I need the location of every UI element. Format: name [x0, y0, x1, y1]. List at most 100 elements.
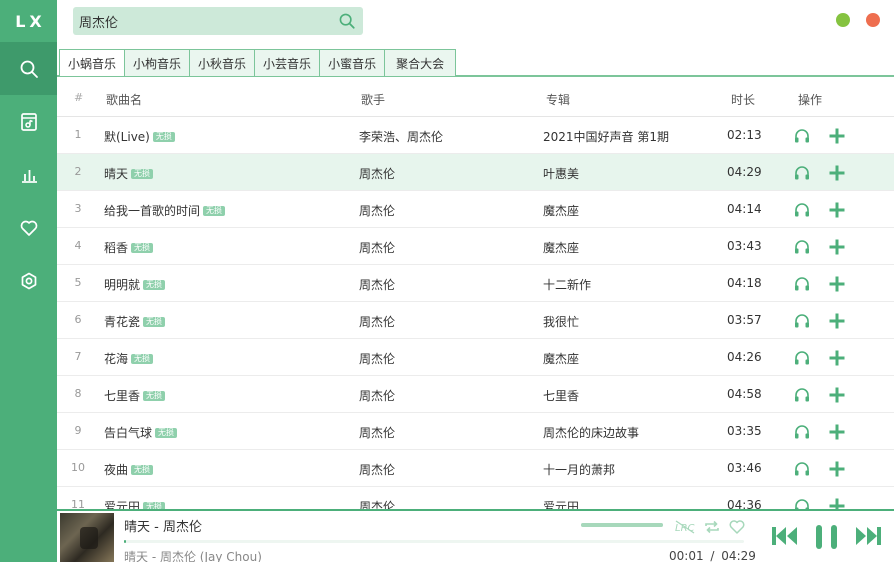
song-name-cell: 明明就 无损 — [104, 276, 166, 293]
listen-icon[interactable] — [793, 201, 811, 219]
singer: 李荣浩、周杰伦 — [359, 130, 444, 144]
search-input[interactable] — [79, 7, 337, 35]
player-bar: 晴天 - 周杰伦 LRC 晴天 - 周杰伦 (Jay Chou) 00:01 /… — [57, 509, 894, 562]
listen-icon[interactable] — [793, 460, 811, 478]
singer: 周杰伦 — [359, 278, 396, 292]
add-icon[interactable] — [828, 349, 846, 367]
song-name-cell: 夜曲 无损 — [104, 461, 154, 478]
add-icon[interactable] — [828, 312, 846, 330]
progress-bar[interactable] — [124, 540, 744, 543]
add-icon[interactable] — [828, 127, 846, 145]
add-icon[interactable] — [828, 423, 846, 441]
song-name: 给我一首歌的时间 — [104, 204, 201, 218]
favorite-icon[interactable] — [727, 517, 747, 537]
table-row[interactable]: 7 花海 无损 周杰伦 魔杰座 04:26 — [57, 339, 894, 376]
listen-icon[interactable] — [793, 127, 811, 145]
table-row[interactable]: 8 七里香 无损 周杰伦 七里香 04:58 — [57, 376, 894, 413]
listen-icon[interactable] — [793, 423, 811, 441]
listen-icon[interactable] — [793, 238, 811, 256]
add-icon[interactable] — [828, 275, 846, 293]
pause-button[interactable] — [814, 524, 840, 553]
album: 十一月的萧邦 — [543, 463, 616, 477]
tab-source-1[interactable]: 小蜗音乐 — [60, 50, 126, 76]
volume-fill — [581, 523, 663, 527]
table-row[interactable]: 11 爱元田 无损 周杰伦 爱元田 04:36 — [57, 487, 894, 509]
table-row[interactable]: 9 告白气球 无损 周杰伦 周杰伦的床边故事 03:35 — [57, 413, 894, 450]
album-cover[interactable] — [60, 513, 114, 562]
row-number: 11 — [71, 498, 85, 509]
lossless-badge: 无损 — [155, 427, 178, 438]
sidebar-item-leaderboard[interactable] — [0, 148, 57, 201]
sidebar-item-settings[interactable] — [0, 254, 57, 307]
next-button[interactable] — [854, 525, 882, 550]
lossless-badge: 无损 — [131, 168, 154, 179]
settings-icon — [21, 272, 36, 289]
song-name: 晴天 — [104, 167, 129, 181]
table-row[interactable]: 4 稻香 无损 周杰伦 魔杰座 03:43 — [57, 228, 894, 265]
source-tabs: 小蜗音乐 小枸音乐 小秋音乐 小芸音乐 小蜜音乐 聚合大会 — [57, 49, 894, 77]
tab-source-2[interactable]: 小枸音乐 — [125, 50, 191, 76]
song-name-cell: 晴天 无损 — [104, 165, 154, 182]
svg-text:LRC: LRC — [675, 523, 695, 534]
search-icon[interactable] — [337, 11, 357, 31]
listen-icon[interactable] — [793, 349, 811, 367]
listen-icon[interactable] — [793, 497, 811, 509]
header-duration: 时长 — [731, 93, 756, 107]
listen-icon[interactable] — [793, 386, 811, 404]
listen-icon[interactable] — [793, 312, 811, 330]
header-album: 专辑 — [546, 93, 571, 107]
add-icon[interactable] — [828, 386, 846, 404]
tab-aggregate[interactable]: 聚合大会 — [385, 50, 456, 76]
duration: 04:18 — [727, 276, 762, 290]
table-row[interactable]: 10 夜曲 无损 周杰伦 十一月的萧邦 03:46 — [57, 450, 894, 487]
add-icon[interactable] — [828, 460, 846, 478]
add-icon[interactable] — [828, 164, 846, 182]
repeat-icon[interactable] — [702, 517, 722, 537]
duration: 03:46 — [727, 461, 762, 475]
duration: 03:43 — [727, 239, 762, 253]
singer: 周杰伦 — [359, 352, 396, 366]
tab-source-5[interactable]: 小蜜音乐 — [320, 50, 386, 76]
sidebar-item-songlist[interactable] — [0, 95, 57, 148]
add-icon[interactable] — [828, 201, 846, 219]
table-row[interactable]: 6 青花瓷 无损 周杰伦 我很忙 03:57 — [57, 302, 894, 339]
table-row[interactable]: 5 明明就 无损 周杰伦 十二新作 04:18 — [57, 265, 894, 302]
sidebar-item-favorites[interactable] — [0, 201, 57, 254]
previous-button[interactable] — [771, 525, 799, 550]
minimize-button[interactable] — [836, 13, 850, 27]
lossless-badge: 无损 — [143, 390, 166, 401]
album: 叶惠美 — [543, 167, 580, 181]
song-name-cell: 告白气球 无损 — [104, 424, 178, 441]
table-row[interactable]: 2 晴天 无损 周杰伦 叶惠美 04:29 — [57, 154, 894, 191]
table-row[interactable]: 1 默(Live) 无损 李荣浩、周杰伦 2021中国好声音 第1期 02:13 — [57, 117, 894, 154]
table-row[interactable]: 3 给我一首歌的时间 无损 周杰伦 魔杰座 04:14 — [57, 191, 894, 228]
lossless-badge: 无损 — [131, 353, 154, 364]
lossless-badge: 无损 — [143, 279, 166, 290]
tab-source-3[interactable]: 小秋音乐 — [190, 50, 256, 76]
add-icon[interactable] — [828, 497, 846, 509]
lyrics-toggle-icon[interactable]: LRC — [675, 517, 695, 537]
duration: 04:29 — [727, 165, 762, 179]
row-number: 10 — [71, 461, 85, 474]
pause-icon — [816, 525, 837, 549]
listen-icon[interactable] — [793, 164, 811, 182]
volume-slider[interactable] — [581, 523, 663, 527]
player-time: 00:01 / 04:29 — [669, 549, 756, 562]
song-name-cell: 爱元田 无损 — [104, 498, 166, 509]
sidebar: LX — [0, 0, 57, 562]
header-name: 歌曲名 — [106, 93, 143, 107]
row-number: 2 — [74, 165, 82, 178]
sidebar-item-search[interactable] — [0, 42, 57, 95]
album: 魔杰座 — [543, 204, 580, 218]
duration: 04:36 — [727, 498, 762, 509]
song-name: 七里香 — [104, 389, 141, 403]
song-name-cell: 青花瓷 无损 — [104, 313, 166, 330]
add-icon[interactable] — [828, 238, 846, 256]
song-name-cell: 默(Live) 无损 — [104, 128, 175, 145]
duration: 03:57 — [727, 313, 762, 327]
listen-icon[interactable] — [793, 275, 811, 293]
lossless-badge: 无损 — [152, 131, 175, 142]
album: 我很忙 — [543, 315, 580, 329]
close-button[interactable] — [866, 13, 880, 27]
tab-source-4[interactable]: 小芸音乐 — [255, 50, 321, 76]
